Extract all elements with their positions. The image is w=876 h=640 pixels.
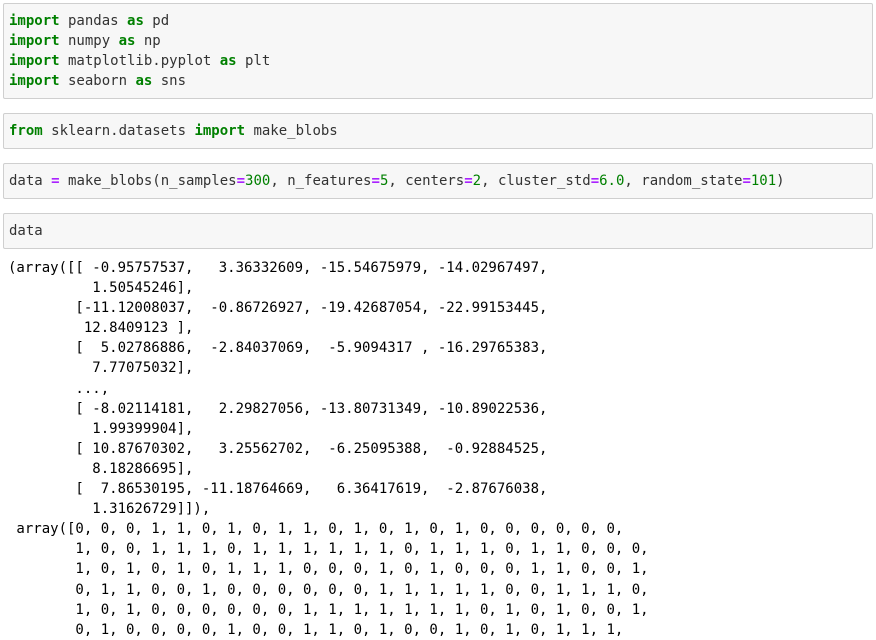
code-token: , n_features xyxy=(270,173,372,189)
output-line: 1, 0, 1, 0, 1, 0, 1, 1, 1, 0, 0, 0, 1, 0… xyxy=(8,561,649,578)
code-token: pd xyxy=(143,13,170,29)
code-line: import matplotlib.pyplot as plt xyxy=(9,53,270,69)
operator-token: = xyxy=(236,173,246,189)
code-line: import numpy as np xyxy=(9,33,161,49)
cell-output: (array([[ -0.95757537, 3.36332609, -15.5… xyxy=(8,258,874,640)
output-line: [ 7.86530195, -11.18764669, 6.36417619, … xyxy=(8,481,548,498)
code-token: make_blobs xyxy=(245,123,338,139)
output-line: [ 10.87670302, 3.25562702, -6.25095388, … xyxy=(8,440,548,457)
code-token: , centers xyxy=(388,173,465,189)
code-token: sklearn.datasets xyxy=(42,123,195,139)
output-line: [ -8.02114181, 2.29827056, -13.80731349,… xyxy=(8,400,548,417)
code-token: make_blobs(n_samples xyxy=(59,173,237,189)
output-line: array([0, 0, 0, 1, 1, 0, 1, 0, 1, 1, 0, … xyxy=(8,521,624,538)
code-input[interactable]: from sklearn.datasets import make_blobs xyxy=(4,121,872,141)
operator-token: = xyxy=(464,173,473,189)
output-line: 1.99399904], xyxy=(8,420,194,437)
number-token: 6.0 xyxy=(599,173,625,189)
code-input[interactable]: import pandas as pd import numpy as np i… xyxy=(4,11,872,91)
output-line: (array([[ -0.95757537, 3.36332609, -15.5… xyxy=(8,260,548,276)
code-input[interactable]: data = make_blobs(n_samples=300, n_featu… xyxy=(4,171,872,191)
keyword-token: import xyxy=(9,53,60,69)
code-cell-make-blobs[interactable]: data = make_blobs(n_samples=300, n_featu… xyxy=(3,163,873,199)
code-token: numpy xyxy=(59,33,119,49)
operator-token: = xyxy=(51,173,60,189)
code-line: from sklearn.datasets import make_blobs xyxy=(9,123,338,139)
code-line: import seaborn as sns xyxy=(9,73,186,89)
output-line: 7.77075032], xyxy=(8,360,194,377)
keyword-token: import xyxy=(9,33,60,49)
code-token: pandas xyxy=(59,13,128,29)
output-line: [-11.12008037, -0.86726927, -19.42687054… xyxy=(8,300,548,317)
code-input[interactable]: data xyxy=(4,221,872,241)
code-line: import pandas as pd xyxy=(9,13,169,29)
output-line: 0, 1, 0, 0, 0, 0, 1, 0, 0, 1, 1, 0, 1, 0… xyxy=(8,621,624,638)
keyword-token: import xyxy=(9,73,60,89)
code-cell-data[interactable]: data xyxy=(3,213,873,249)
output-line: 1, 0, 0, 1, 1, 1, 0, 1, 1, 1, 1, 1, 1, 0… xyxy=(8,541,649,558)
code-token: ) xyxy=(776,173,785,189)
code-token: plt xyxy=(236,53,271,69)
number-token: 300 xyxy=(245,173,271,189)
output-line: [ 5.02786886, -2.84037069, -5.9094317 , … xyxy=(8,340,548,357)
operator-token: = xyxy=(742,173,751,189)
output-line: 1, 0, 1, 0, 0, 0, 0, 0, 0, 1, 1, 1, 1, 1… xyxy=(8,601,649,618)
number-token: 101 xyxy=(750,173,777,189)
output-line: 0, 1, 1, 0, 0, 1, 0, 0, 0, 0, 0, 0, 1, 1… xyxy=(8,581,649,598)
code-token: data xyxy=(9,173,52,189)
code-line: data xyxy=(9,223,43,239)
code-token: matplotlib.pyplot xyxy=(59,53,220,69)
output-line: 12.8409123 ], xyxy=(8,320,194,337)
keyword-token: import xyxy=(194,123,246,139)
operator-token: = xyxy=(371,173,380,189)
keyword-token: from xyxy=(9,123,43,139)
code-token: seaborn xyxy=(59,73,136,89)
number-token: 2 xyxy=(472,173,482,189)
code-token: sns xyxy=(152,73,187,89)
keyword-token: as xyxy=(135,73,153,89)
code-cell-sklearn-import[interactable]: from sklearn.datasets import make_blobs xyxy=(3,113,873,149)
keyword-token: import xyxy=(9,13,60,29)
output-line: ..., xyxy=(8,380,110,397)
keyword-token: as xyxy=(219,53,237,69)
code-token: np xyxy=(135,33,161,49)
keyword-token: as xyxy=(127,13,144,29)
code-token: data xyxy=(9,223,43,239)
output-line: 8.18286695], xyxy=(8,460,194,477)
code-token: , random_state xyxy=(624,173,743,189)
code-line: data = make_blobs(n_samples=300, n_featu… xyxy=(9,173,785,189)
output-line: 1.31626729]]), xyxy=(8,501,211,518)
output-line: 1.50545246], xyxy=(8,280,194,297)
code-cell-imports[interactable]: import pandas as pd import numpy as np i… xyxy=(3,3,873,99)
keyword-token: as xyxy=(118,33,136,49)
code-token: , cluster_std xyxy=(481,173,591,189)
operator-token: = xyxy=(590,173,600,189)
